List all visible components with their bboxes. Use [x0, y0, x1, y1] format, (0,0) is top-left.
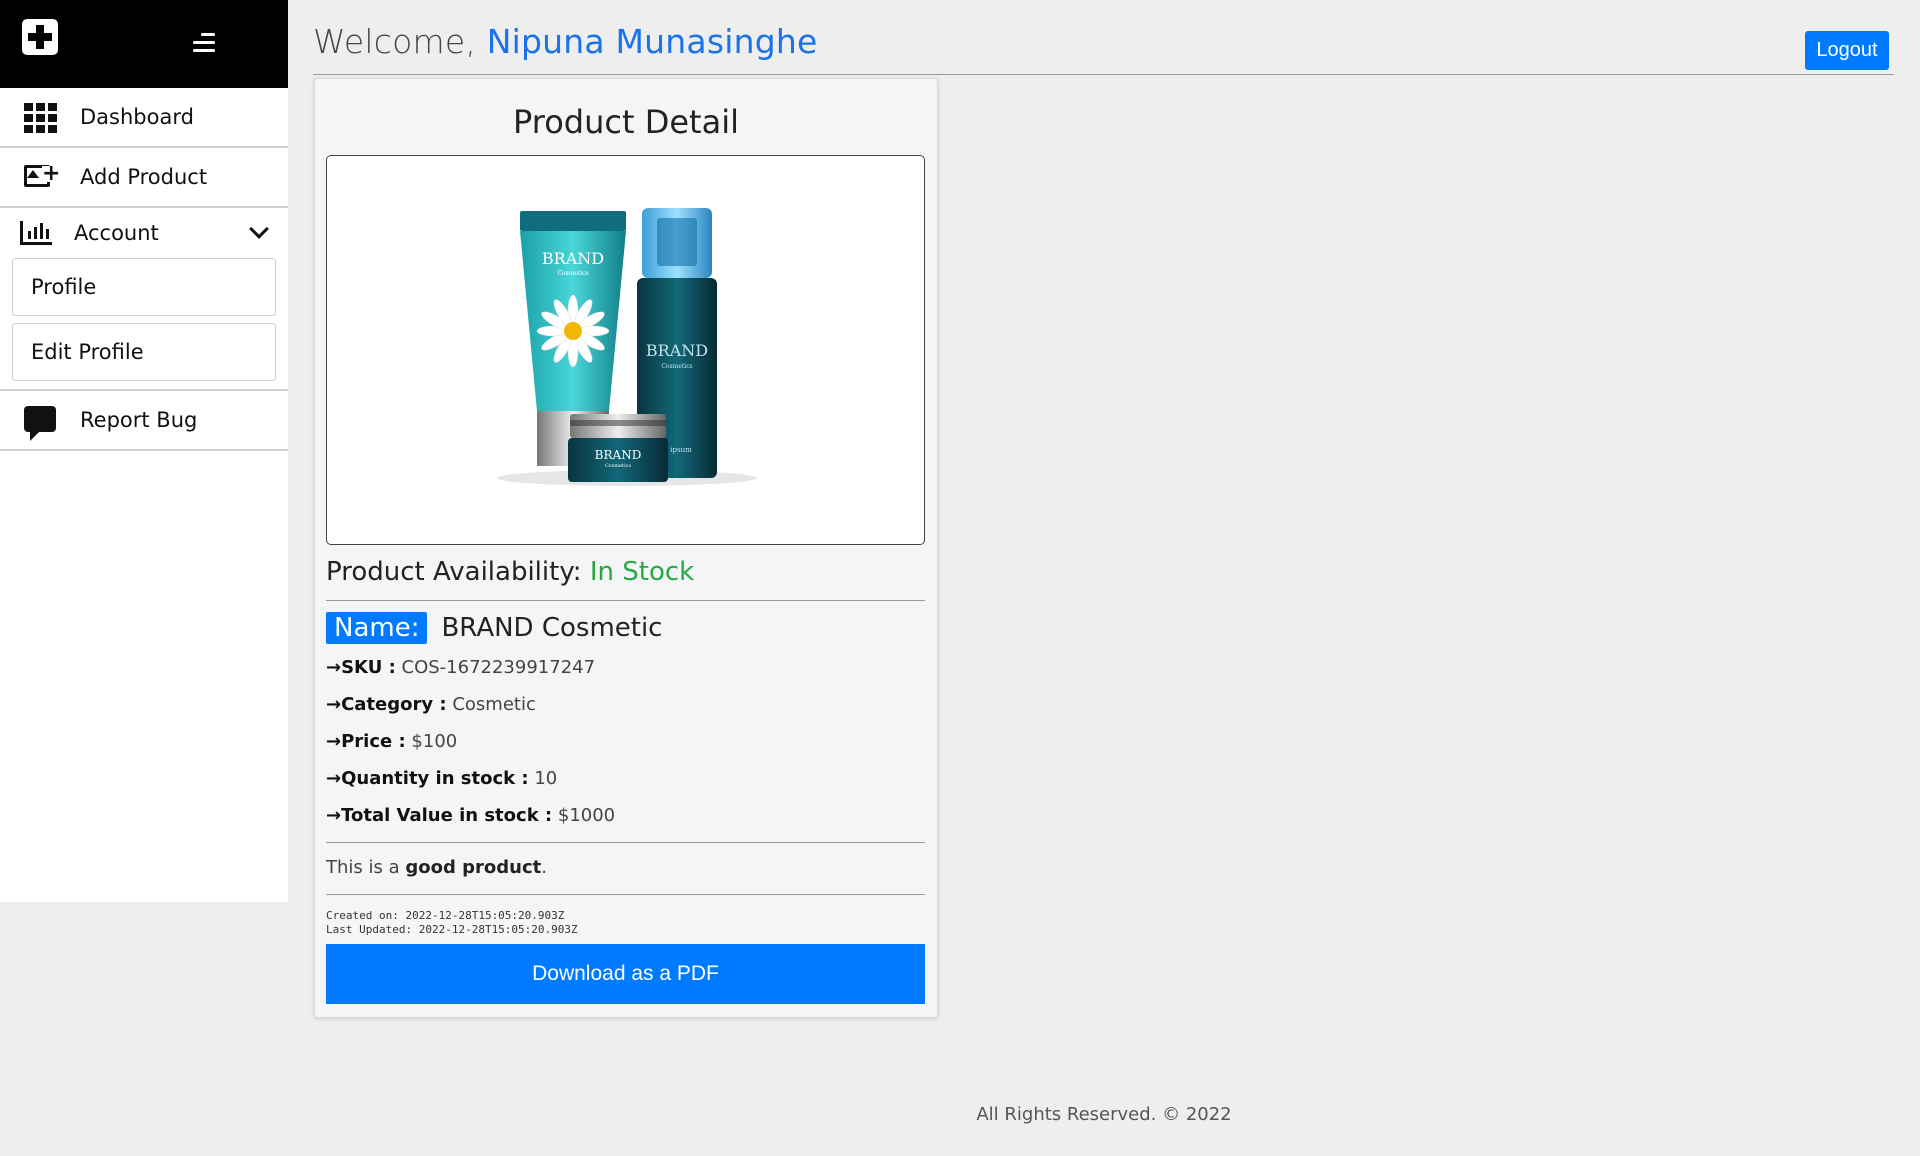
chat-icon [24, 406, 56, 441]
footer-copyright: All Rights Reserved. © 2022 [976, 1104, 1232, 1125]
product-name: BRAND Cosmetic [441, 613, 663, 643]
user-name: Nipuna Munasinghe [486, 22, 818, 61]
sidebar-item-add-product[interactable]: Add Product [0, 148, 288, 208]
logout-button[interactable]: Logout [1805, 31, 1889, 70]
detail-sku: →SKU : COS-1672239917247 [326, 657, 595, 678]
card-title: Product Detail [513, 103, 739, 141]
name-badge: Name: [326, 612, 428, 644]
bar-chart-icon [20, 221, 52, 245]
download-pdf-button[interactable]: Download as a PDF [326, 944, 925, 1004]
hamburger-icon[interactable] [193, 33, 215, 53]
jar-brand-text: BRAND [595, 448, 642, 462]
add-image-icon-wrapper [24, 161, 58, 193]
description-prefix: This is a [326, 857, 400, 878]
description-bold: good product [405, 857, 542, 878]
description-suffix: . [541, 857, 547, 878]
availability-line: Product Availability: In Stock [326, 557, 694, 587]
sidebar-item-label: Account [74, 221, 159, 245]
detail-key: SKU : [341, 657, 396, 678]
welcome-prefix: Welcome, [313, 22, 477, 61]
availability-label: Product Availability: [326, 557, 582, 587]
arrow-icon: → [326, 731, 342, 752]
created-on: Created on: 2022-12-28T15:05:20.903Z [326, 909, 565, 922]
sidebar-header [0, 0, 288, 88]
bottle-sub-text: Cosmetics [661, 363, 692, 370]
product-description: This is a good product. [326, 857, 547, 878]
product-name-row: Name: BRAND Cosmetic [326, 612, 662, 644]
sidebar-item-label: Report Bug [80, 408, 198, 432]
bottle-brand-text: BRAND [646, 341, 708, 360]
account-submenu: Profile Edit Profile [0, 258, 288, 391]
detail-value: COS-1672239917247 [401, 657, 596, 678]
tube-sub-text: Cosmetics [557, 270, 588, 277]
availability-status: In Stock [589, 557, 695, 587]
detail-value: $1000 [557, 805, 616, 826]
detail-key: Price : [341, 731, 406, 752]
arrow-icon: → [326, 768, 342, 789]
detail-total-value: →Total Value in stock : $1000 [326, 805, 615, 826]
detail-category: →Category : Cosmetic [326, 694, 536, 715]
detail-key: Total Value in stock : [341, 805, 553, 826]
tube-brand-text: BRAND [542, 249, 604, 268]
arrow-icon: → [326, 657, 342, 678]
divider [326, 842, 925, 843]
product-detail-card: Product Detail BRAND Cosmetics ipsum BRA… [314, 78, 938, 1018]
sidebar-item-dashboard[interactable]: Dashboard [0, 88, 288, 148]
detail-price: →Price : $100 [326, 731, 457, 752]
divider [326, 894, 925, 895]
product-image-illustration: BRAND Cosmetics ipsum BRAND Cosmetics BR… [497, 208, 757, 486]
arrow-icon: → [326, 694, 342, 715]
sidebar-item-label: Dashboard [80, 105, 194, 129]
detail-value: $100 [411, 731, 458, 752]
detail-quantity: →Quantity in stock : 10 [326, 768, 557, 789]
chevron-down-icon[interactable] [249, 219, 269, 239]
add-image-icon [24, 165, 50, 187]
welcome-heading: Welcome, Nipuna Munasinghe [313, 22, 817, 61]
sidebar-item-edit-profile[interactable]: Edit Profile [12, 323, 276, 381]
last-updated: Last Updated: 2022-12-28T15:05:20.903Z [326, 923, 578, 936]
sidebar: Dashboard Add Product Account Profile Ed… [0, 0, 288, 902]
sidebar-item-report-bug[interactable]: Report Bug [0, 391, 288, 451]
grid-icon [24, 101, 58, 133]
divider [326, 600, 925, 601]
detail-key: Category : [341, 694, 447, 715]
chat-icon-wrapper [24, 404, 58, 441]
detail-key: Quantity in stock : [341, 768, 529, 789]
header-divider [313, 74, 1894, 75]
jar-sub-text: Cosmetics [605, 463, 632, 469]
sidebar-item-profile[interactable]: Profile [12, 258, 276, 316]
sidebar-item-label: Add Product [80, 165, 208, 189]
detail-value: Cosmetic [452, 694, 536, 715]
plus-square-icon[interactable] [22, 19, 58, 55]
bottle-ipsum-text: ipsum [670, 446, 692, 454]
detail-value: 10 [534, 768, 558, 789]
arrow-icon: → [326, 805, 342, 826]
sidebar-item-account[interactable]: Account [0, 208, 288, 258]
product-image: BRAND Cosmetics ipsum BRAND Cosmetics BR… [326, 155, 925, 545]
